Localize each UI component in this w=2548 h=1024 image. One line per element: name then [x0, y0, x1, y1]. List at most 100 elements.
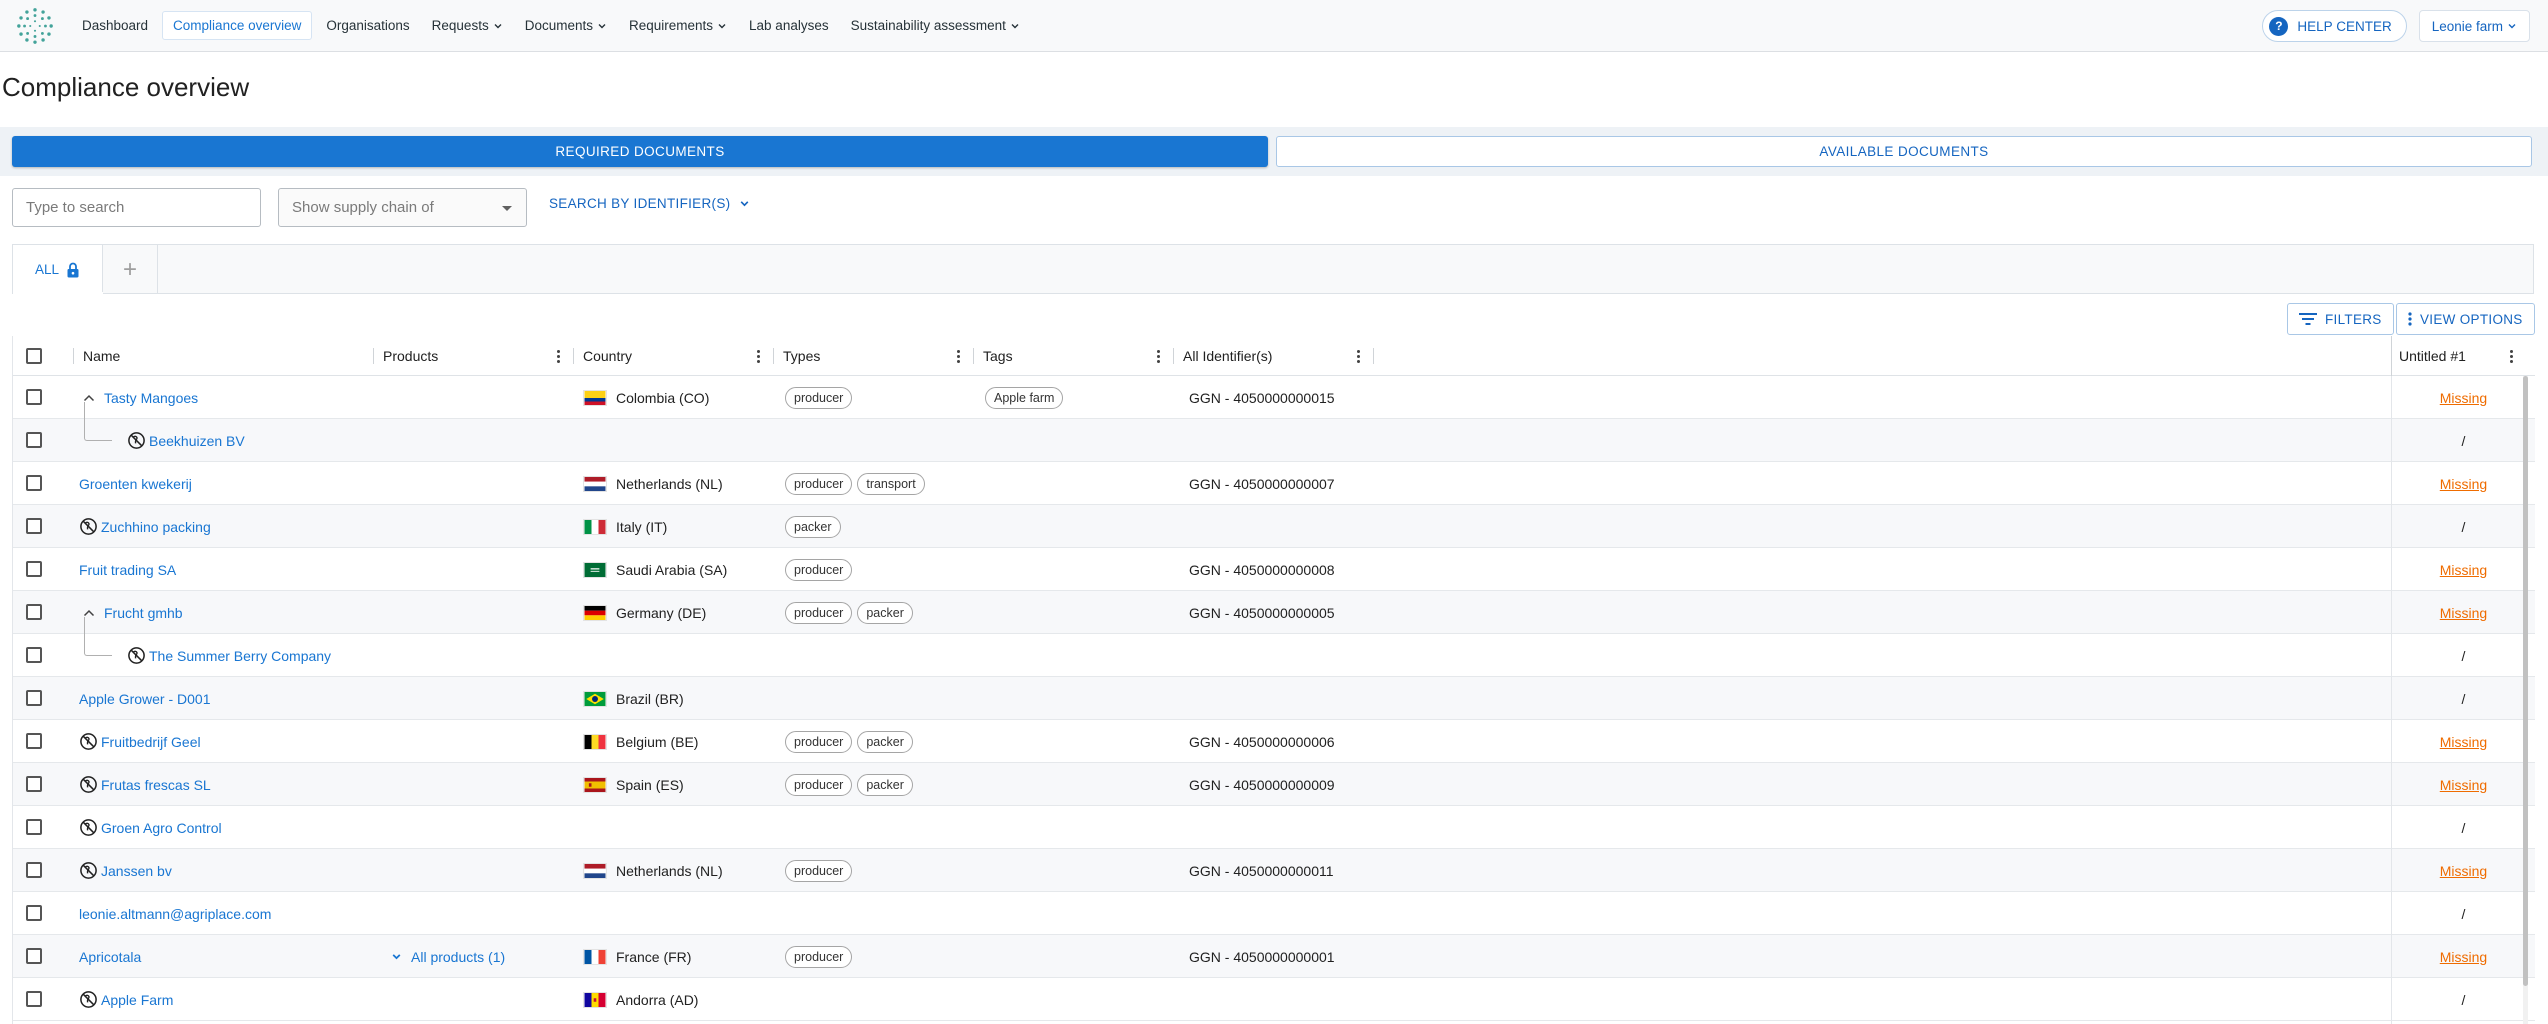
organisation-name-link[interactable]: Zuchhino packing [101, 519, 211, 535]
chevron-down-icon [598, 23, 606, 28]
select-all-checkbox[interactable] [26, 348, 42, 364]
nav-organisations[interactable]: Organisations [318, 11, 417, 40]
organisation-name-link[interactable]: Frucht gmhb [104, 605, 183, 621]
table-row[interactable]: Groenten kwekerij Netherlands (NL) produce… [13, 462, 2535, 505]
row-checkbox[interactable] [26, 432, 42, 448]
table-row[interactable]: Apricotala All products (1) France (FR) pro… [13, 935, 2535, 978]
organisation-name-link[interactable]: Frutas frescas SL [101, 777, 211, 793]
nav-sustainability-assessment[interactable]: Sustainability assessment [843, 11, 1028, 40]
filters-button[interactable]: FILTERS [2287, 303, 2394, 335]
organisation-name-link[interactable]: Janssen bv [101, 863, 172, 879]
collapse-row-icon[interactable] [83, 609, 95, 617]
column-menu-icon[interactable] [2510, 350, 2514, 364]
organisation-name-link[interactable]: Groen Agro Control [101, 820, 222, 836]
tab-all-label: ALL [34, 262, 60, 277]
row-checkbox[interactable] [26, 561, 42, 577]
nav-compliance-overview[interactable]: Compliance overview [162, 11, 313, 40]
organisation-name-link[interactable]: Fruitbedrijf Geel [101, 734, 201, 750]
row-checkbox[interactable] [26, 862, 42, 878]
organisation-name-link[interactable]: Groenten kwekerij [79, 476, 192, 492]
row-checkbox[interactable] [26, 776, 42, 792]
missing-status-link[interactable]: Missing [2440, 777, 2487, 793]
table-row[interactable]: Frucht gmhb Germany (DE) producer packer GGN… [13, 591, 2535, 634]
organisation-name-link[interactable]: Fruit trading SA [79, 562, 176, 578]
search-by-identifier-button[interactable]: SEARCH BY IDENTIFIER(S) [549, 196, 750, 211]
row-checkbox[interactable] [26, 647, 42, 663]
organisation-name-link[interactable]: leonie.altmann@agriplace.com [79, 906, 271, 922]
organisation-name-link[interactable]: Apple Grower - D001 [79, 691, 211, 707]
help-center-button[interactable]: ? HELP CENTER [2262, 10, 2407, 42]
table-row[interactable]: Apple Grower - D001 Brazil (BR) / [13, 677, 2535, 720]
column-header-types[interactable]: Types [783, 336, 820, 376]
view-options-button[interactable]: VIEW OPTIONS [2396, 303, 2535, 335]
column-header-untitled-1[interactable]: Untitled #1 [2399, 336, 2466, 376]
products-cell[interactable]: All products (1) [391, 935, 505, 978]
nav-requests[interactable]: Requests [424, 11, 511, 40]
column-header-country[interactable]: Country [583, 336, 632, 376]
nav-documents[interactable]: Documents [517, 11, 615, 40]
user-menu-button[interactable]: Leonie farm [2418, 10, 2530, 42]
column-header-identifiers[interactable]: All Identifier(s) [1183, 336, 1272, 376]
column-separator [1373, 348, 1374, 364]
row-checkbox[interactable] [26, 733, 42, 749]
table-row[interactable]: Fruit trading SA Saudi Arabia (SA) produce… [13, 548, 2535, 591]
add-tab-button[interactable]: + [103, 245, 158, 294]
table-row[interactable]: Tasty Mangoes Colombia (CO) producer Apple … [13, 376, 2535, 419]
not-connected-icon [80, 991, 97, 1008]
missing-status-link[interactable]: Missing [2440, 476, 2487, 492]
column-header-products[interactable]: Products [383, 336, 438, 376]
organisation-name-link[interactable]: Beekhuizen BV [149, 433, 245, 449]
row-checkbox[interactable] [26, 389, 42, 405]
organisation-name-link[interactable]: Tasty Mangoes [104, 390, 198, 406]
missing-status-link[interactable]: Missing [2440, 562, 2487, 578]
column-menu-icon[interactable] [957, 350, 961, 364]
column-header-tags[interactable]: Tags [983, 336, 1013, 376]
organisation-name-link[interactable]: The Summer Berry Company [149, 648, 331, 664]
missing-status-link[interactable]: Missing [2440, 949, 2487, 965]
row-checkbox[interactable] [26, 604, 42, 620]
search-input[interactable] [12, 188, 261, 227]
top-navigation-bar: Dashboard Compliance overview Organisati… [0, 0, 2548, 52]
collapse-row-icon[interactable] [83, 394, 95, 402]
organisation-name-link[interactable]: Apricotala [79, 949, 141, 965]
row-checkbox[interactable] [26, 690, 42, 706]
missing-status-link[interactable]: Missing [2440, 734, 2487, 750]
identifier-cell: GGN - 4050000000006 [1189, 720, 1335, 763]
column-menu-icon[interactable] [1157, 350, 1161, 364]
table-row[interactable]: Beekhuizen BV / [13, 402, 2535, 462]
tab-all[interactable]: ALL [13, 245, 103, 294]
organisation-name-link[interactable]: Apple Farm [101, 992, 173, 1008]
missing-status-link[interactable]: Missing [2440, 605, 2487, 621]
products-link[interactable]: All products (1) [411, 949, 505, 965]
nav-dashboard[interactable]: Dashboard [74, 11, 156, 40]
table-scrollbar-thumb[interactable] [2523, 376, 2528, 986]
nav-lab-analyses[interactable]: Lab analyses [741, 11, 837, 40]
agriplace-logo-icon[interactable] [16, 7, 54, 45]
row-checkbox[interactable] [26, 948, 42, 964]
row-checkbox[interactable] [26, 991, 42, 1007]
table-row[interactable]: The Summer Berry Company / [13, 617, 2535, 677]
table-row[interactable]: Zuchhino packing Italy (IT) packer / [13, 505, 2535, 548]
available-documents-button[interactable]: AVAILABLE DOCUMENTS [1276, 136, 2532, 167]
table-row[interactable]: Groen Agro Control / [13, 806, 2535, 849]
column-header-name[interactable]: Name [83, 336, 120, 376]
column-menu-icon[interactable] [557, 350, 561, 364]
row-checkbox[interactable] [26, 905, 42, 921]
required-documents-button[interactable]: REQUIRED DOCUMENTS [12, 136, 1268, 167]
missing-status-link[interactable]: Missing [2440, 863, 2487, 879]
row-checkbox[interactable] [26, 475, 42, 491]
table-row[interactable]: Janssen bv Netherlands (NL) producer GGN - … [13, 849, 2535, 892]
table-row[interactable]: Apple Farm Andorra (AD) / [13, 978, 2535, 1021]
column-menu-icon[interactable] [1357, 350, 1361, 364]
supply-chain-select[interactable]: Show supply chain of [278, 188, 527, 227]
missing-status-link[interactable]: Missing [2440, 390, 2487, 406]
row-checkbox[interactable] [26, 819, 42, 835]
table-row[interactable]: Frutas frescas SL Spain (ES) producer packe… [13, 763, 2535, 806]
nav-requirements[interactable]: Requirements [621, 11, 735, 40]
types-cell: producer packer [785, 720, 918, 763]
row-checkbox[interactable] [26, 518, 42, 534]
column-menu-icon[interactable] [757, 350, 761, 364]
table-row[interactable]: Fruitbedrijf Geel Belgium (BE) producer pac… [13, 720, 2535, 763]
chevron-down-icon[interactable] [391, 951, 402, 962]
table-row[interactable]: leonie.altmann@agriplace.com / [13, 892, 2535, 935]
